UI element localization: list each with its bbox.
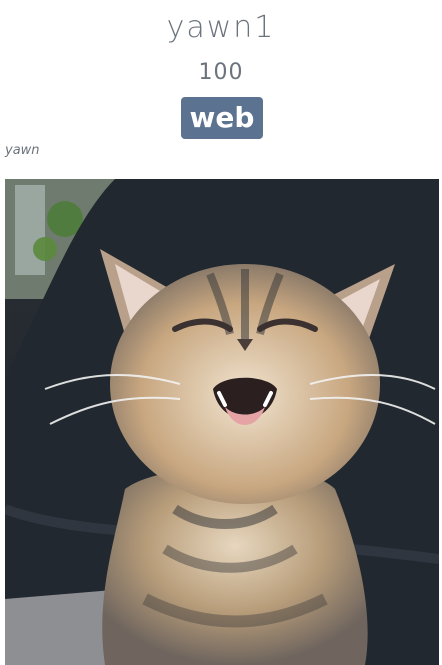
web-badge-button[interactable]: web (181, 97, 263, 139)
kitten-photo[interactable] (5, 179, 439, 665)
image-caption: yawn (5, 143, 40, 158)
count-value: 100 (198, 60, 244, 85)
kitten-illustration (5, 179, 439, 665)
page-title: yawn1 (166, 10, 276, 45)
